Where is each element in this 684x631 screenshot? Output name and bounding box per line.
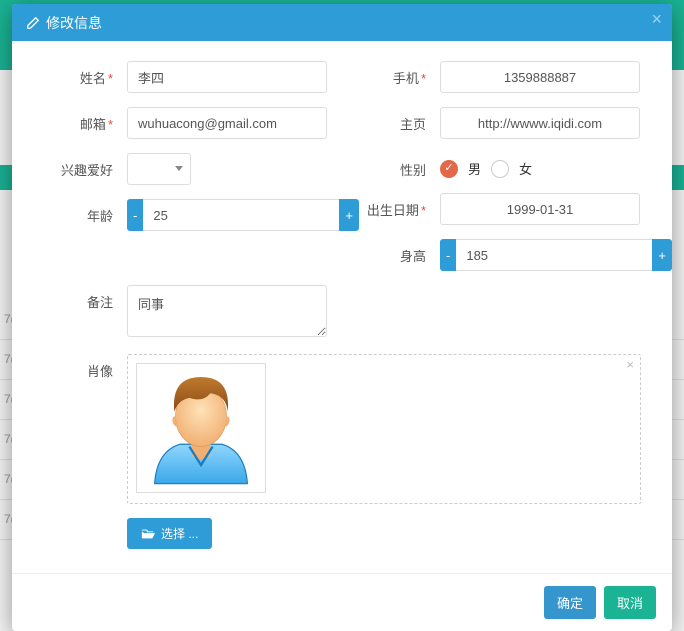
modal-body: 姓名* 邮箱* 兴趣爱好 (12, 41, 672, 573)
field-name: 姓名* (32, 61, 339, 93)
field-gender: 性别 男 女 (345, 153, 652, 179)
field-remark: 备注 同事 (32, 285, 652, 340)
upload-remove-icon[interactable]: × (626, 357, 634, 372)
avatar-icon (143, 370, 259, 486)
ok-button[interactable]: 确定 (544, 586, 596, 619)
close-icon[interactable]: × (651, 10, 662, 28)
field-homepage: 主页 (345, 107, 652, 139)
upload-area: × (127, 354, 641, 504)
avatar-thumbnail[interactable] (136, 363, 266, 493)
chevron-down-icon (175, 166, 183, 171)
label-remark: 备注 (87, 295, 113, 310)
height-spinner: - + (440, 239, 640, 271)
field-email: 邮箱* (32, 107, 339, 139)
required-star: * (108, 117, 113, 132)
modal-title: 修改信息 (26, 13, 102, 33)
gender-male-radio[interactable] (440, 160, 458, 178)
birthdate-input[interactable] (440, 193, 640, 225)
modal-footer: 确定 取消 (12, 573, 672, 631)
label-portrait: 肖像 (87, 364, 113, 379)
label-homepage: 主页 (400, 117, 426, 132)
label-name: 姓名 (80, 71, 106, 86)
age-minus-button[interactable]: - (127, 199, 143, 231)
field-birthdate: 出生日期* (345, 193, 652, 225)
required-star: * (421, 203, 426, 218)
label-email: 邮箱 (80, 117, 106, 132)
hobby-select[interactable] (127, 153, 191, 185)
label-phone: 手机 (393, 71, 419, 86)
height-minus-button[interactable]: - (440, 239, 456, 271)
select-file-label: 选择 ... (161, 525, 198, 542)
required-star: * (108, 71, 113, 86)
gender-female-label: 女 (519, 159, 532, 178)
email-input[interactable] (127, 107, 327, 139)
age-input[interactable] (143, 199, 339, 231)
label-birthdate: 出生日期 (367, 203, 419, 218)
required-star: * (421, 71, 426, 86)
gender-female-radio[interactable] (491, 160, 509, 178)
field-height: 身高 - + (345, 239, 652, 271)
cancel-button[interactable]: 取消 (604, 586, 656, 619)
label-hobby: 兴趣爱好 (61, 163, 113, 178)
modal-header: 修改信息 × (12, 4, 672, 41)
pencil-icon (26, 16, 40, 30)
gender-male-label: 男 (468, 159, 481, 178)
label-age: 年龄 (87, 209, 113, 224)
edit-info-modal: 修改信息 × 姓名* 邮箱* 兴趣爱好 (12, 4, 672, 631)
name-input[interactable] (127, 61, 327, 93)
field-portrait: 肖像 × (32, 354, 652, 549)
height-input[interactable] (456, 239, 652, 271)
field-phone: 手机* (345, 61, 652, 93)
modal-title-text: 修改信息 (46, 13, 102, 33)
phone-input[interactable] (440, 61, 640, 93)
select-file-button[interactable]: 选择 ... (127, 518, 212, 549)
folder-open-icon (141, 527, 155, 541)
label-height: 身高 (400, 249, 426, 264)
label-gender: 性别 (400, 163, 426, 178)
age-spinner: - + (127, 199, 327, 231)
remark-textarea[interactable]: 同事 (127, 285, 327, 337)
height-plus-button[interactable]: + (652, 239, 672, 271)
homepage-input[interactable] (440, 107, 640, 139)
field-age: 年龄 - + (32, 199, 339, 231)
field-hobby: 兴趣爱好 (32, 153, 339, 185)
